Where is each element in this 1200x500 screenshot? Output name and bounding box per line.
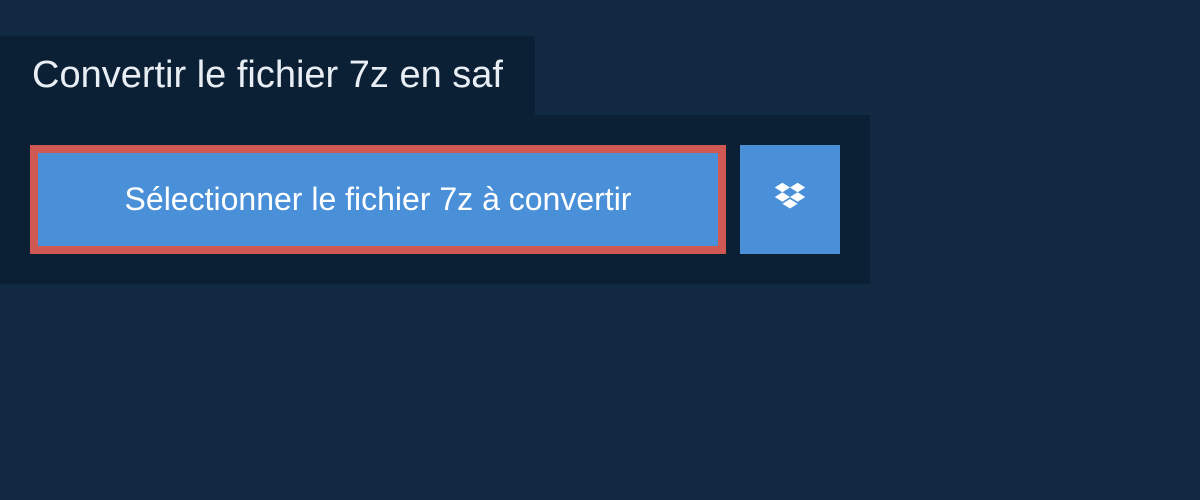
dropbox-icon [771,179,809,220]
select-file-label: Sélectionner le fichier 7z à convertir [125,181,632,218]
header-tab: Convertir le fichier 7z en saf [0,36,535,115]
page-title: Convertir le fichier 7z en saf [32,54,503,97]
select-file-button[interactable]: Sélectionner le fichier 7z à convertir [30,145,726,254]
dropbox-button[interactable] [740,145,840,254]
upload-panel: Sélectionner le fichier 7z à convertir [0,115,870,284]
